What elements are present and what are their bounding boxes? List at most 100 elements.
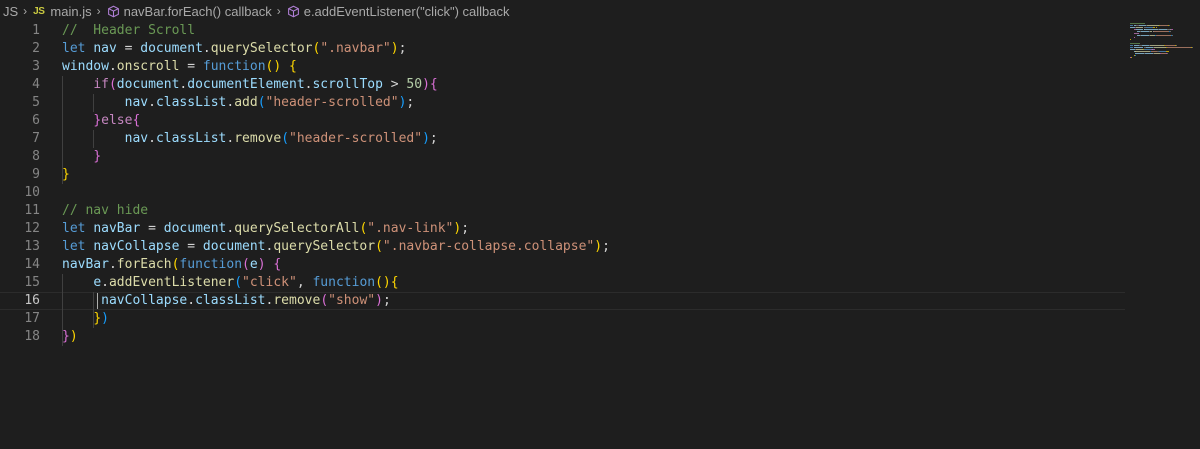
code-token: function	[202, 59, 266, 74]
minimap-segment	[1130, 23, 1146, 24]
breadcrumb-folder[interactable]: JS	[3, 4, 18, 19]
code-line[interactable]: 12 let navBar = document.querySelectorAll…	[0, 220, 1125, 238]
code-text: navBar.forEach(function(e) {	[62, 256, 281, 274]
code-line[interactable]: 4 if(document.documentElement.scrollTop …	[0, 76, 1125, 94]
breadcrumb-scope-foreach[interactable]: navBar.forEach() callback	[107, 4, 272, 19]
code-token: }	[93, 113, 102, 128]
indent-guide	[93, 130, 95, 148]
code-token: {	[289, 59, 297, 74]
code-token: =	[116, 41, 141, 56]
code-token: querySelector	[210, 41, 313, 56]
code-line[interactable]: 1 // Header Scroll	[0, 22, 1125, 40]
code-token: if	[93, 77, 109, 92]
code-token: ".navbar-collapse.collapse"	[382, 239, 595, 254]
code-token: .	[148, 95, 156, 110]
code-line[interactable]: 6 }else{	[0, 112, 1125, 130]
minimap[interactable]	[1130, 22, 1200, 62]
code-token: document	[202, 239, 266, 254]
code-token: (	[234, 275, 243, 290]
code-token: let	[62, 239, 86, 254]
minimap-segment	[1154, 49, 1156, 50]
minimap-segment	[1166, 47, 1192, 48]
line-number: 18	[24, 329, 40, 344]
code-token: )	[422, 131, 430, 146]
code-text: let nav = document.querySelector(".navba…	[62, 40, 406, 58]
code-token: ;	[602, 239, 610, 254]
minimap-segment	[1134, 53, 1145, 54]
code-editor[interactable]: 1// Header Scroll 2 let nav = document.que…	[0, 22, 1200, 449]
code-line[interactable]: 7 nav.classList.remove("header-scrolled"…	[0, 130, 1125, 148]
minimap-segment	[1136, 27, 1144, 28]
code-token: document	[140, 41, 203, 56]
code-token: )	[69, 329, 78, 344]
code-token: ()	[265, 59, 282, 74]
minimap-segment	[1169, 31, 1171, 32]
code-token: remove	[273, 293, 321, 308]
code-line[interactable]: 14 navBar.forEach(function(e) {	[0, 256, 1125, 274]
indent-guide	[93, 94, 95, 112]
code-token: .	[108, 59, 117, 74]
code-line[interactable]: 13 let navCollapse = document.querySelect…	[0, 238, 1125, 256]
code-token: ,	[296, 275, 313, 290]
code-line[interactable]: 2 let nav = document.querySelector(".navb…	[0, 40, 1125, 58]
javascript-file-icon: JS	[33, 5, 45, 17]
breadcrumb-scope-listener[interactable]: e.addEventListener("click") callback	[287, 4, 509, 19]
code-token: ;	[382, 293, 391, 308]
line-number: 9	[32, 167, 40, 182]
code-token: addEventListener	[108, 275, 235, 290]
code-token: "click"	[242, 275, 297, 290]
line-number: 2	[32, 41, 40, 56]
code-token: )	[257, 257, 266, 272]
minimap-segment	[1166, 53, 1168, 54]
code-token: .	[101, 275, 109, 290]
code-line[interactable]: 15 e.addEventListener("click", function(…	[0, 274, 1125, 292]
code-token: function	[179, 257, 243, 272]
minimap-segment	[1158, 29, 1167, 30]
code-token: )	[375, 293, 383, 308]
code-token: forEach	[116, 257, 172, 272]
breadcrumb: JS › JS main.js › navBar.forEach() callb…	[0, 0, 1200, 22]
line-number: 15	[24, 275, 40, 290]
code-token: {	[390, 275, 399, 290]
code-text: // nav hide	[62, 202, 148, 220]
minimap-segment	[1130, 43, 1140, 44]
code-text: })	[62, 310, 109, 328]
code-line[interactable]: 8 }	[0, 148, 1125, 166]
minimap-segment	[1130, 57, 1132, 58]
code-token: {	[273, 257, 282, 272]
code-token: (	[281, 131, 290, 146]
minimap-segment	[1134, 55, 1136, 56]
code-token: else	[101, 113, 133, 128]
code-text: let navCollapse = document.querySelector…	[62, 238, 610, 256]
code-text: }	[62, 166, 70, 184]
minimap-segment	[1130, 39, 1131, 40]
code-token: =	[179, 59, 203, 74]
code-token: "header-scrolled"	[265, 95, 399, 110]
method-cube-icon	[287, 5, 299, 17]
code-line[interactable]: 16 navCollapse.classList.remove("show");	[0, 292, 1125, 310]
code-token: .	[108, 257, 117, 272]
code-line[interactable]: 18})	[0, 328, 1125, 346]
code-token: classList	[195, 293, 266, 308]
code-line[interactable]: 11 // nav hide	[0, 202, 1125, 220]
code-token: function	[312, 275, 376, 290]
code-token: ;	[406, 95, 415, 110]
minimap-segment	[1147, 25, 1159, 26]
code-line[interactable]: 5 nav.classList.add("header-scrolled");	[0, 94, 1125, 112]
code-token: }	[93, 149, 102, 164]
minimap-segment	[1158, 51, 1166, 52]
code-line[interactable]: 10	[0, 184, 1125, 202]
code-token: nav	[124, 131, 149, 146]
minimap-segment	[1145, 53, 1154, 54]
code-token: document	[163, 221, 227, 236]
breadcrumb-folder-label: JS	[3, 3, 19, 19]
breadcrumb-file[interactable]: JS main.js	[33, 4, 91, 19]
code-line[interactable]: 17 })	[0, 310, 1125, 328]
minimap-segment	[1156, 35, 1172, 36]
code-line[interactable]: 3 window.onscroll = function() {	[0, 58, 1125, 76]
code-line[interactable]: 9}	[0, 166, 1125, 184]
minimap-segment	[1140, 35, 1149, 36]
code-token: remove	[234, 131, 282, 146]
code-token: nav	[124, 95, 149, 110]
